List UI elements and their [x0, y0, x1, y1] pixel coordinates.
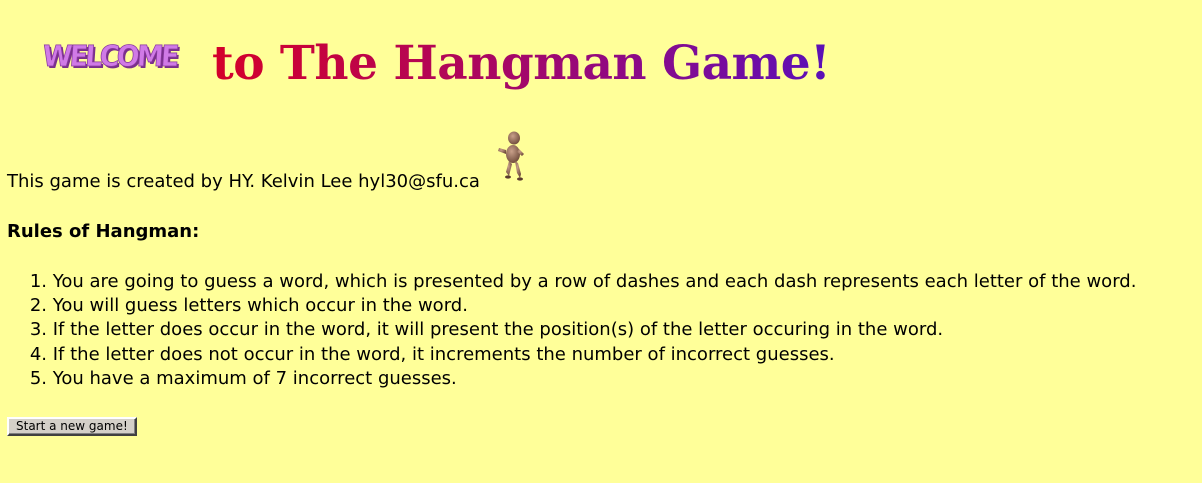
list-item: 3. If the letter does occur in the word,… — [29, 319, 944, 341]
rules-heading: Rules of Hangman: — [7, 221, 200, 242]
list-item: 5. You have a maximum of 7 incorrect gue… — [29, 367, 457, 389]
rules-list: 1. You are going to guess a word, which … — [7, 270, 1137, 391]
list-item: 4. If the letter does not occur in the w… — [29, 343, 835, 365]
list-item: 2. You will guess letters which occur in… — [29, 295, 468, 317]
svg-text:WELCOME: WELCOME — [41, 39, 178, 73]
welcome-logo: WELCOME WELCOME — [41, 39, 181, 75]
start-new-game-button[interactable]: Start a new game! — [7, 417, 137, 436]
dancing-baby-image — [498, 131, 524, 181]
page-title: to The Hangman Game! — [212, 36, 831, 91]
list-item: 1. You are going to guess a word, which … — [29, 271, 1137, 292]
creator-credit: This game is created by HY. Kelvin Lee h… — [7, 171, 480, 192]
